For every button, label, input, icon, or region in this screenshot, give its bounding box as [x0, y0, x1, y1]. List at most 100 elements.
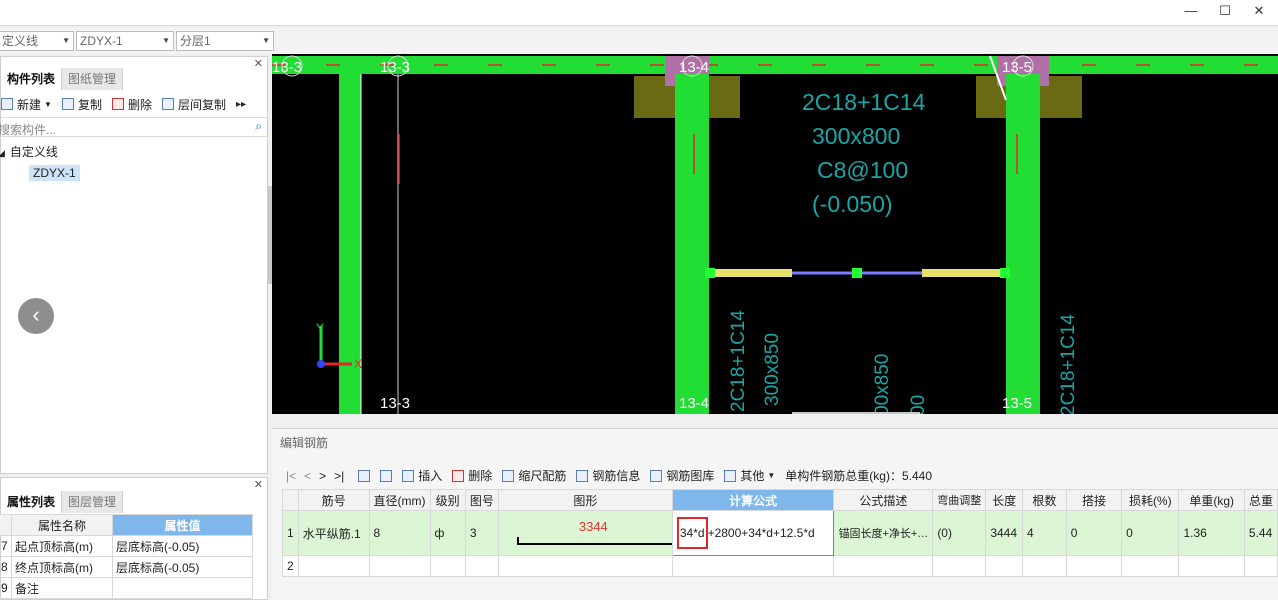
grip-point[interactable]	[852, 268, 862, 278]
tab-layer-manager[interactable]: 图层管理	[62, 491, 124, 513]
copy-button[interactable]: 复制	[61, 96, 102, 113]
unit-weight-cell[interactable]	[1178, 555, 1245, 577]
more-button[interactable]: ▸▸	[236, 99, 246, 110]
col-bar-no[interactable]: 筋号	[297, 489, 370, 511]
tree-root[interactable]: ◢ 自定义线	[0, 143, 58, 160]
other-button[interactable]: 其他 ▼	[724, 467, 775, 484]
col-diameter[interactable]: 直径(mm)	[368, 489, 431, 511]
row-num: 8	[0, 556, 12, 578]
table-row[interactable]: 7 起点顶标高(m) 层底标高(-0.05)	[0, 535, 253, 557]
component-search[interactable]: 搜索构件... ⌕	[0, 117, 267, 138]
vertical-annotation: 300x850	[762, 333, 783, 406]
last-button[interactable]: >|	[334, 469, 344, 483]
prop-value[interactable]: 层底标高(-0.05)	[112, 556, 253, 578]
rebar-segment-right	[922, 269, 1002, 277]
editor-toolbar: |< < > >| 插入 删除 缩尺配筋 钢筋信息 钢筋图库 其他 ▼ 单构件钢筋…	[286, 467, 932, 484]
col-fig-no[interactable]: 图号	[464, 489, 499, 511]
prop-value[interactable]	[112, 577, 253, 599]
tab-property-list[interactable]: 属性列表	[1, 491, 63, 513]
grade-cell[interactable]: ф	[429, 510, 466, 556]
col-lap[interactable]: 搭接	[1065, 489, 1123, 511]
canvas-scrollbar[interactable]	[792, 412, 920, 414]
minimize-button[interactable]: —	[1174, 0, 1208, 22]
close-button[interactable]: ✕	[1242, 0, 1276, 22]
col-loss[interactable]: 损耗(%)	[1121, 489, 1180, 511]
count-cell[interactable]: 4	[1022, 510, 1067, 556]
unit-weight-cell[interactable]: 1.36	[1178, 510, 1245, 556]
col-total-weight[interactable]: 总重	[1243, 489, 1278, 511]
formula-desc-cell[interactable]	[833, 555, 934, 577]
diameter-cell[interactable]: 8	[368, 510, 431, 556]
search-input[interactable]: 搜索构件...	[0, 121, 56, 138]
total-weight-cell[interactable]: 5.44	[1243, 510, 1278, 556]
table-row[interactable]: 2	[282, 555, 1278, 577]
shape-cell[interactable]: 3344	[497, 510, 673, 556]
col-length[interactable]: 长度	[985, 489, 1023, 511]
tree-item-selected[interactable]: ZDYX-1	[29, 165, 80, 181]
total-weight-cell[interactable]	[1243, 555, 1278, 577]
bend-cell[interactable]	[932, 555, 987, 577]
collapse-icon[interactable]: ◢	[0, 148, 5, 158]
floor-copy-button[interactable]: 层间复制	[161, 96, 226, 113]
formula-desc-cell[interactable]: 锚固长度+净长+…	[833, 510, 934, 556]
delete-label: 删除	[127, 97, 152, 112]
count-cell[interactable]	[1022, 555, 1067, 577]
delete-button[interactable]: 删除	[111, 96, 152, 113]
shape-cell[interactable]	[497, 555, 673, 577]
bend-cell[interactable]: (0)	[932, 510, 987, 556]
move-down-icon[interactable]	[380, 469, 393, 482]
fig-no-cell[interactable]: 3	[464, 510, 499, 556]
insert-button[interactable]: 插入	[402, 467, 442, 484]
new-button[interactable]: 新建 ▼	[1, 96, 52, 113]
library-label: 钢筋图库	[666, 469, 715, 483]
table-row[interactable]: 1 水平纵筋.1 8 ф 3 3344 34*d +2800+34*d+12.5*…	[282, 510, 1278, 556]
formula-cell[interactable]: 34*d +2800+34*d+12.5*d	[671, 510, 835, 556]
diameter-cell[interactable]	[368, 555, 431, 577]
nav-back-icon[interactable]: ‹	[18, 298, 54, 334]
formula-highlight: 34*d	[676, 517, 708, 549]
maximize-button[interactable]: ☐	[1208, 0, 1242, 22]
close-icon[interactable]: ✕	[254, 478, 263, 491]
col-formula-desc[interactable]: 公式描述	[833, 489, 934, 511]
prop-value[interactable]: 层底标高(-0.05)	[112, 535, 253, 557]
grip-point[interactable]	[1000, 268, 1010, 278]
rebar-info-button[interactable]: 钢筋信息	[576, 467, 640, 484]
property-tabs: 属性列表 图层管理	[1, 491, 124, 513]
scale-rebar-button[interactable]: 缩尺配筋	[502, 467, 566, 484]
cad-canvas[interactable]: 13-3 13-3 13-4 13-5 13-3 13-4 13-5 2C18+…	[272, 54, 1278, 414]
lap-cell[interactable]	[1065, 555, 1123, 577]
bar-no-cell[interactable]	[297, 555, 370, 577]
col-count[interactable]: 根数	[1022, 489, 1067, 511]
component-select[interactable]: ZDYX-1 ▼	[76, 31, 174, 51]
grade-cell[interactable]	[429, 555, 466, 577]
lap-cell[interactable]: 0	[1065, 510, 1123, 556]
close-icon[interactable]: ✕	[254, 57, 263, 70]
col-formula[interactable]: 计算公式	[671, 489, 835, 511]
grip-point[interactable]	[705, 268, 715, 278]
col-shape[interactable]: 图形	[497, 489, 673, 511]
table-row[interactable]: 8 终点顶标高(m) 层底标高(-0.05)	[0, 556, 253, 578]
loss-cell[interactable]	[1121, 555, 1180, 577]
length-cell[interactable]: 3444	[985, 510, 1023, 556]
col-grade[interactable]: 级别	[429, 489, 466, 511]
prev-button[interactable]: <	[304, 469, 311, 483]
col-bend-adjust[interactable]: 弯曲调整	[932, 489, 987, 511]
scale-icon	[502, 469, 515, 482]
next-button[interactable]: >	[319, 469, 326, 483]
length-cell[interactable]	[985, 555, 1023, 577]
move-up-icon[interactable]	[358, 469, 371, 482]
line-type-select[interactable]: 定义线 ▼	[0, 31, 74, 51]
table-row[interactable]: 9 备注	[0, 577, 253, 599]
tab-component-list[interactable]: 构件列表	[1, 68, 63, 90]
fig-no-cell[interactable]	[464, 555, 499, 577]
layer-select[interactable]: 分层1 ▼	[176, 31, 274, 51]
formula-cell[interactable]	[671, 555, 835, 577]
rebar-library-button[interactable]: 钢筋图库	[650, 467, 714, 484]
loss-cell[interactable]: 0	[1121, 510, 1180, 556]
search-icon[interactable]: ⌕	[255, 119, 262, 134]
first-button[interactable]: |<	[286, 469, 296, 483]
col-unit-weight[interactable]: 单重(kg)	[1178, 489, 1245, 511]
tab-drawing-manager[interactable]: 图纸管理	[62, 68, 124, 90]
delete-row-button[interactable]: 删除	[452, 467, 492, 484]
bar-no-cell[interactable]: 水平纵筋.1	[297, 510, 370, 556]
